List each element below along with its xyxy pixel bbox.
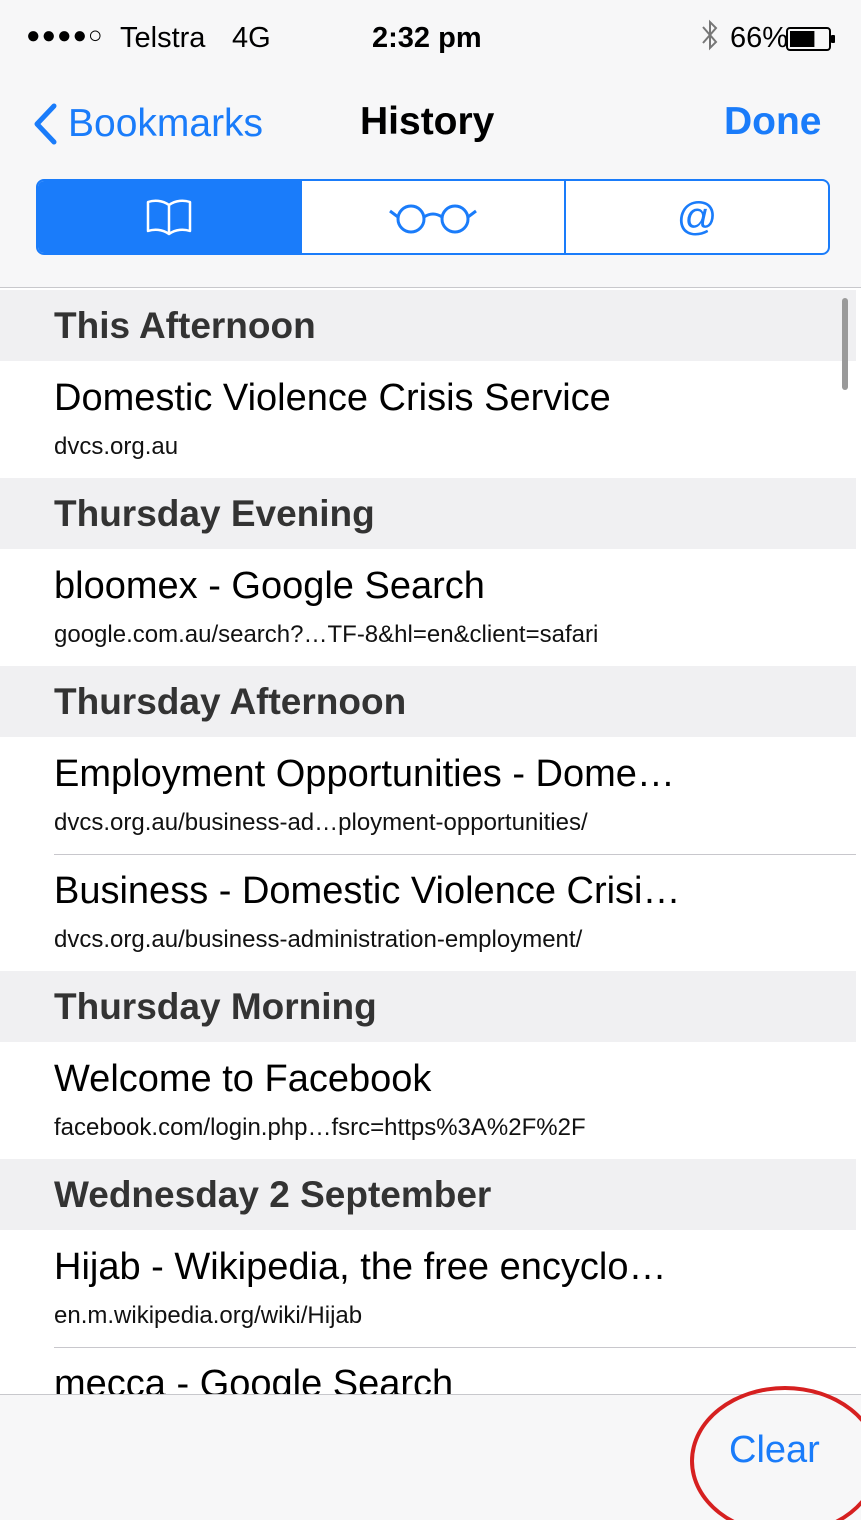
battery-icon bbox=[786, 27, 835, 51]
segmented-control: @ bbox=[36, 179, 830, 255]
tab-bookmarks[interactable] bbox=[38, 181, 302, 253]
history-item-title: Welcome to Facebook bbox=[54, 1058, 432, 1100]
page-title: History bbox=[360, 100, 495, 143]
carrier-name: Telstra bbox=[120, 22, 206, 54]
back-button-label: Bookmarks bbox=[68, 102, 264, 145]
history-item[interactable]: mecca - Google Search bbox=[0, 1347, 861, 1395]
history-item-url: en.m.wikipedia.org/wiki/Hijab bbox=[54, 1302, 363, 1329]
top-bar: ●●●●○ Telstra 4G 2:32 pm 66% Bookmarks H… bbox=[0, 0, 861, 288]
bluetooth-icon bbox=[702, 19, 718, 51]
section-header: Thursday Evening bbox=[0, 478, 856, 549]
tab-reading-list[interactable] bbox=[302, 181, 566, 253]
history-item-title: Employment Opportunities - Dome… bbox=[54, 753, 675, 795]
history-item-title: mecca - Google Search bbox=[54, 1363, 454, 1395]
at-sign-icon: @ bbox=[676, 194, 718, 239]
history-item[interactable]: Welcome to Facebook facebook.com/login.p… bbox=[0, 1042, 861, 1159]
section-header: This Afternoon bbox=[0, 290, 856, 361]
history-item-title: Business - Domestic Violence Crisi… bbox=[54, 870, 681, 912]
section-header: Thursday Morning bbox=[0, 971, 856, 1042]
glasses-icon bbox=[389, 204, 477, 234]
battery-percent: 66% bbox=[730, 22, 789, 54]
history-item[interactable]: bloomex - Google Search google.com.au/se… bbox=[0, 549, 861, 666]
back-bookmarks-button[interactable]: Bookmarks bbox=[32, 100, 263, 148]
history-item-url: google.com.au/search?…TF-8&hl=en&client=… bbox=[54, 621, 599, 648]
history-item-url: facebook.com/login.php…fsrc=https%3A%2F%… bbox=[54, 1114, 586, 1141]
section-header: Wednesday 2 September bbox=[0, 1159, 856, 1230]
history-item-url: dvcs.org.au/business-administration-empl… bbox=[54, 926, 583, 953]
done-button[interactable]: Done bbox=[724, 100, 822, 144]
history-item-title: Domestic Violence Crisis Service bbox=[54, 377, 611, 419]
history-item-title: bloomex - Google Search bbox=[54, 565, 485, 607]
history-list[interactable]: This Afternoon Domestic Violence Crisis … bbox=[0, 290, 861, 1395]
section-header: Thursday Afternoon bbox=[0, 666, 856, 737]
status-bar: ●●●●○ Telstra 4G 2:32 pm 66% bbox=[0, 0, 861, 78]
history-item-title: Hijab - Wikipedia, the free encyclo… bbox=[54, 1246, 667, 1288]
status-time: 2:32 pm bbox=[372, 22, 482, 54]
history-item-url: dvcs.org.au/business-ad…ployment-opportu… bbox=[54, 809, 588, 836]
tab-shared-links[interactable]: @ bbox=[566, 181, 828, 253]
book-icon bbox=[146, 199, 192, 236]
history-item-url: dvcs.org.au bbox=[54, 433, 179, 460]
history-item[interactable]: Hijab - Wikipedia, the free encyclo… en.… bbox=[0, 1230, 861, 1347]
scroll-indicator[interactable] bbox=[842, 298, 848, 390]
chevron-left-icon bbox=[34, 103, 57, 145]
history-item[interactable]: Domestic Violence Crisis Service dvcs.or… bbox=[0, 361, 861, 478]
network-type: 4G bbox=[232, 22, 271, 54]
history-item[interactable]: Business - Domestic Violence Crisi… dvcs… bbox=[0, 854, 861, 971]
history-item[interactable]: Employment Opportunities - Dome… dvcs.or… bbox=[0, 737, 861, 854]
signal-strength-icon: ●●●●○ bbox=[26, 22, 104, 49]
